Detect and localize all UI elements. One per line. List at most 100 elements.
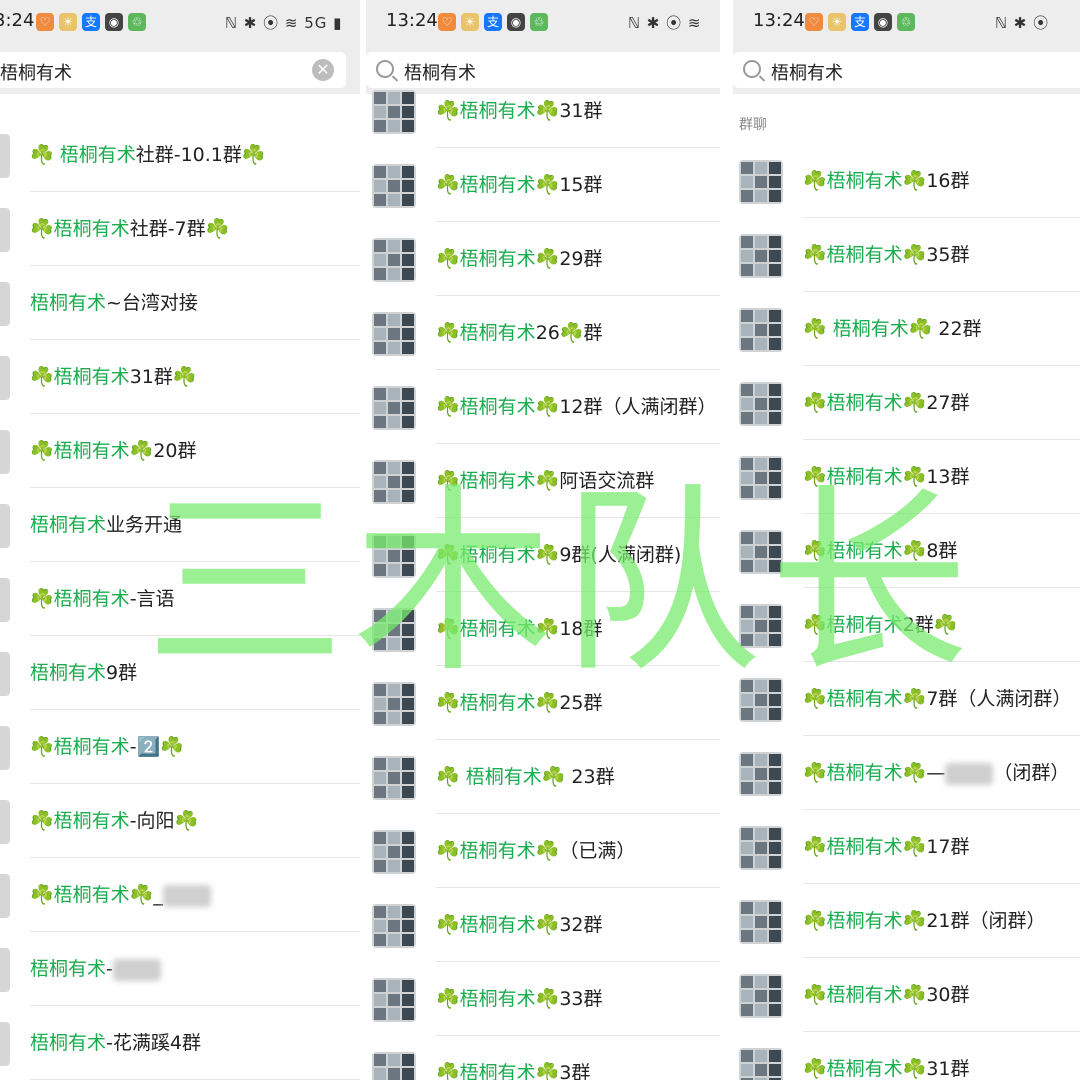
group-chat-row[interactable]: ☘️梧桐有术☘️阿语交流群 <box>366 444 720 518</box>
app-notification-icon: ♲ <box>128 13 146 31</box>
keyword-highlight: 梧桐有术 <box>459 100 536 122</box>
group-avatar <box>372 1052 416 1080</box>
group-chat-row[interactable]: 梧桐有术~台湾对接 <box>0 266 360 340</box>
group-chat-row[interactable]: ☘️梧桐有术-向阳☘️ <box>0 784 360 858</box>
alipay-icon: 支 <box>484 13 502 31</box>
app-notification-icon: ♲ <box>530 13 548 31</box>
group-chat-row[interactable]: ☘️梧桐有术☘️7群（人满闭群） <box>733 662 1080 736</box>
group-avatar <box>739 160 783 204</box>
group-chat-row[interactable]: 梧桐有术- <box>0 932 360 1006</box>
keyword-highlight: 梧桐有术 <box>465 766 542 788</box>
redacted-text <box>945 762 994 785</box>
group-name: 梧桐有术- <box>30 954 161 981</box>
group-chat-row[interactable]: ☘️梧桐有术☘️31群 <box>366 74 720 148</box>
group-name-prefix: ☘️ <box>803 170 827 192</box>
group-chat-row[interactable]: ☘️梧桐有术☘️_ <box>0 858 360 932</box>
group-name: ☘️ 梧桐有术社群-10.1群☘️ <box>30 140 266 167</box>
keyword-highlight: 梧桐有术 <box>826 540 903 562</box>
group-name: ☘️梧桐有术☘️29群 <box>436 244 603 271</box>
group-avatar <box>739 530 783 574</box>
clear-icon[interactable]: ✕ <box>312 59 334 81</box>
group-name-suffix: -言语 <box>129 588 175 610</box>
group-chat-row[interactable]: ☘️梧桐有术☘️12群（人满闭群） <box>366 370 720 444</box>
notification-icons: ♡ ☀ 支 ◉ ♲ <box>36 13 146 31</box>
group-name-prefix: ☘️ <box>436 988 460 1010</box>
group-chat-row[interactable]: ☘️梧桐有术2群☘️ <box>733 588 1080 662</box>
search-input[interactable]: 梧桐有术 <box>733 52 1080 88</box>
group-chat-row[interactable]: ☘️梧桐有术☘️30群 <box>733 958 1080 1032</box>
results-list: 群聊 ☘️梧桐有术☘️16群 ☘️梧桐有术☘️35群 ☘️ 梧桐有术☘️ 22群 ☘️… <box>733 94 1080 1080</box>
group-name-suffix: ☘️27群 <box>902 392 970 414</box>
group-name-suffix: ☘️9群(人满闭群) <box>535 544 682 566</box>
group-chat-row[interactable]: 梧桐有术业务开通 <box>0 488 360 562</box>
group-chat-row[interactable]: ☘️梧桐有术26☘️群 <box>366 296 720 370</box>
group-chat-row[interactable]: ☘️梧桐有术☘️3群 <box>366 1036 720 1080</box>
group-avatar <box>739 604 783 648</box>
group-chat-row[interactable]: ☘️梧桐有术☘️35群 <box>733 218 1080 292</box>
group-name-prefix: ☘️ <box>436 322 460 344</box>
group-name: ☘️梧桐有术☘️— （闭群） <box>803 758 1069 785</box>
group-chat-row[interactable]: ☘️梧桐有术☘️9群(人满闭群) <box>366 518 720 592</box>
group-chat-row[interactable]: ☘️梧桐有术☘️16群 <box>733 144 1080 218</box>
group-name-suffix: 2群☘️ <box>902 614 958 636</box>
group-name-suffix: -花满蹊4群 <box>106 1032 201 1054</box>
group-name-prefix: ☘️ <box>30 588 54 610</box>
status-bar: 13:24 ♡ ☀ 支 ◉ ♲ ℕ ✱ ⦿ <box>733 0 1080 48</box>
group-avatar <box>739 900 783 944</box>
group-chat-row[interactable]: ☘️梧桐有术☘️— （闭群） <box>733 736 1080 810</box>
keyword-highlight: 梧桐有术 <box>459 248 536 270</box>
group-avatar <box>739 234 783 278</box>
section-header-group-chats: 群聊 <box>739 117 767 133</box>
system-indicators: ℕ ✱ ⦿ ≋ <box>628 14 702 32</box>
group-name: ☘️梧桐有术☘️12群（人满闭群） <box>436 392 717 419</box>
group-chat-row[interactable]: ☘️梧桐有术☘️25群 <box>366 666 720 740</box>
group-avatar <box>372 312 416 356</box>
group-name-prefix: ☘️ <box>436 618 460 640</box>
group-avatar <box>372 238 416 282</box>
group-chat-row[interactable]: ☘️梧桐有术☘️13群 <box>733 440 1080 514</box>
group-avatar <box>739 1048 783 1080</box>
keyword-highlight: 梧桐有术 <box>826 836 903 858</box>
group-name: ☘️梧桐有术☘️25群 <box>436 688 603 715</box>
group-name-suffix: - <box>106 958 113 980</box>
alipay-icon: 支 <box>851 13 869 31</box>
group-chat-row[interactable]: ☘️梧桐有术☘️31群 <box>733 1032 1080 1080</box>
group-name: ☘️梧桐有术2群☘️ <box>803 610 957 637</box>
group-chat-row[interactable]: ☘️ 梧桐有术社群-10.1群☘️ <box>0 118 360 192</box>
group-chat-row[interactable]: ☘️梧桐有术☘️29群 <box>366 222 720 296</box>
group-avatar <box>0 504 10 548</box>
alipay-icon: 支 <box>82 13 100 31</box>
group-name-prefix: ☘️ <box>30 440 54 462</box>
group-chat-row[interactable]: ☘️梧桐有术31群☘️ <box>0 340 360 414</box>
group-chat-row[interactable]: ☘️ 梧桐有术☘️ 23群 <box>366 740 720 814</box>
group-name-prefix: ☘️ <box>803 1058 827 1080</box>
redacted-text <box>112 958 161 981</box>
group-name: ☘️梧桐有术-向阳☘️ <box>30 806 198 833</box>
group-avatar <box>739 974 783 1018</box>
group-chat-row[interactable]: 梧桐有术-花满蹊4群 <box>0 1006 360 1080</box>
group-avatar <box>372 978 416 1022</box>
group-chat-row[interactable]: ☘️梧桐有术-2️⃣☘️ <box>0 710 360 784</box>
group-chat-row[interactable]: ☘️梧桐有术社群-7群☘️ <box>0 192 360 266</box>
group-name-suffix: ☘️15群 <box>535 174 603 196</box>
group-chat-row[interactable]: ☘️梧桐有术☘️33群 <box>366 962 720 1036</box>
group-chat-row[interactable]: ☘️梧桐有术☘️21群（闭群） <box>733 884 1080 958</box>
group-chat-row[interactable]: ☘️梧桐有术-言语 <box>0 562 360 636</box>
group-chat-row[interactable]: ☘️梧桐有术☘️20群 <box>0 414 360 488</box>
group-name-suffix: ☘️13群 <box>902 466 970 488</box>
keyword-highlight: 梧桐有术 <box>826 392 903 414</box>
group-chat-row[interactable]: ☘️梧桐有术☘️27群 <box>733 366 1080 440</box>
group-chat-row[interactable]: ☘️梧桐有术☘️18群 <box>366 592 720 666</box>
keyword-highlight: 梧桐有术 <box>30 1032 107 1054</box>
system-indicators: ℕ ✱ ⦿ ≋ 5G ▮ <box>225 14 343 32</box>
group-chat-row[interactable]: 梧桐有术9群 <box>0 636 360 710</box>
group-chat-row[interactable]: ☘️梧桐有术☘️8群 <box>733 514 1080 588</box>
group-chat-row[interactable]: ☘️ 梧桐有术☘️ 22群 <box>733 292 1080 366</box>
group-chat-row[interactable]: ☘️梧桐有术☘️17群 <box>733 810 1080 884</box>
keyword-highlight: 梧桐有术 <box>826 762 903 784</box>
group-chat-row[interactable]: ☘️梧桐有术☘️15群 <box>366 148 720 222</box>
group-chat-row[interactable]: ☘️梧桐有术☘️32群 <box>366 888 720 962</box>
group-chat-row[interactable]: ☘️梧桐有术☘️（已满） <box>366 814 720 888</box>
group-avatar <box>372 904 416 948</box>
search-input[interactable]: 梧桐有术 ✕ <box>0 52 346 88</box>
